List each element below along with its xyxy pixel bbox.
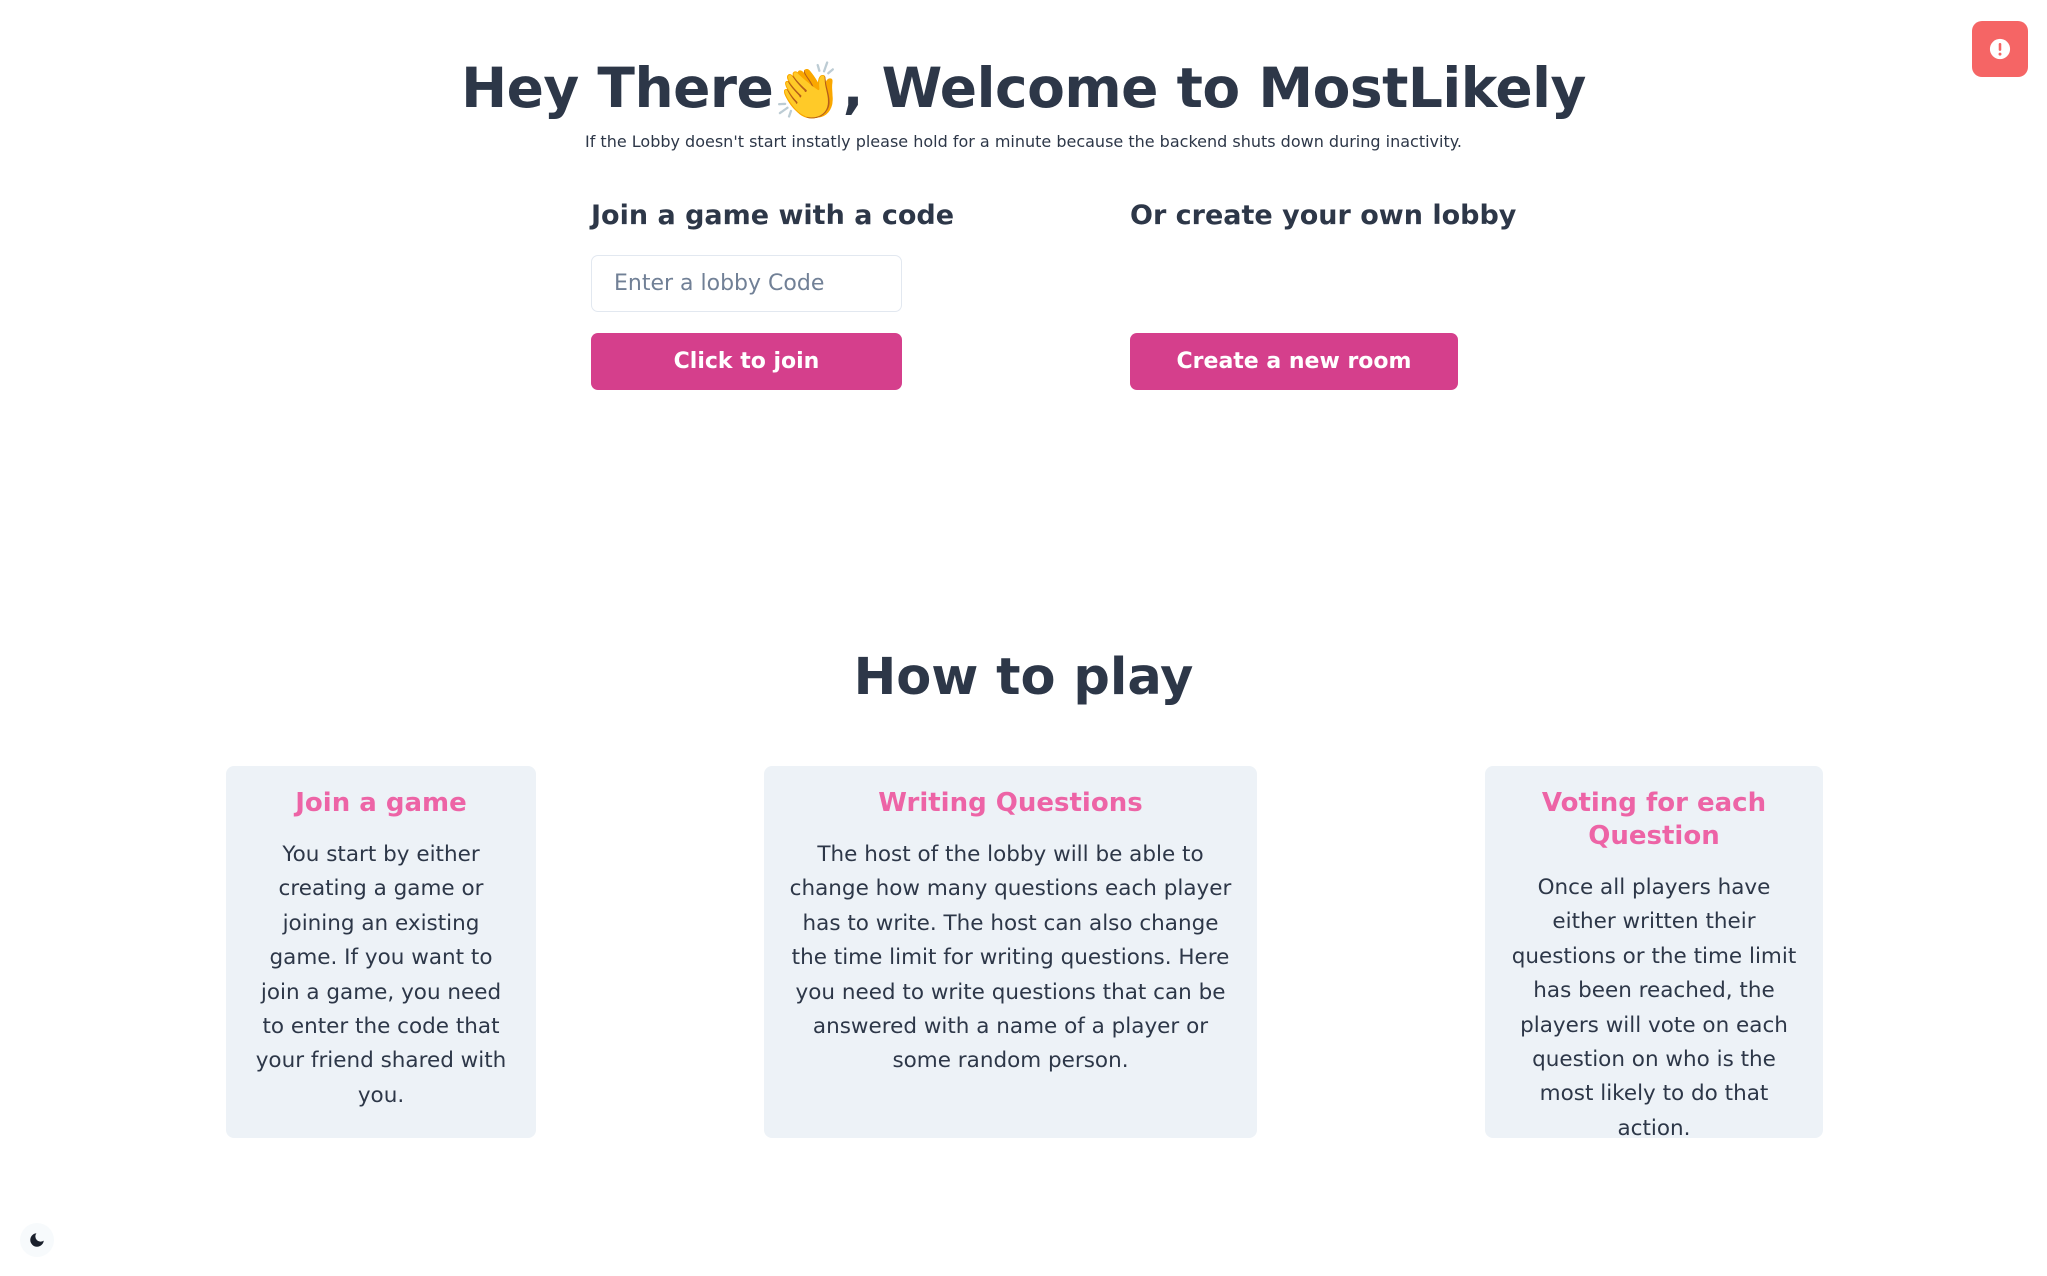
title-greeting: Hey There [461,56,774,120]
theme-toggle-button[interactable] [20,1223,54,1257]
title-welcome: , Welcome to MostLikely [842,56,1587,120]
join-heading: Join a game with a code [591,200,955,231]
how-to-play-title: How to play [853,648,1194,707]
clapping-hands-icon: 👏 [773,60,843,125]
card-join-game: Join a game You start by either creating… [226,766,536,1138]
card-title: Join a game [295,788,467,818]
card-text: Once all players have either written the… [1511,875,1797,1141]
lobby-code-input[interactable] [591,255,902,312]
card-title: Voting for each Question [1541,788,1767,851]
create-heading: Or create your own lobby [1130,200,1517,231]
page-title: Hey There👏, Welcome to MostLikely [0,50,2047,131]
create-section: Or create your own lobby Create a new ro… [1130,195,1517,390]
hero: Hey There👏, Welcome to MostLikely If the… [0,50,2047,153]
page-subtitle: If the Lobby doesn't start instatly plea… [584,132,1462,151]
card-writing-questions: Writing Questions The host of the lobby … [764,766,1257,1138]
card-text: You start by either creating a game or j… [255,842,507,1108]
card-text: The host of the lobby will be able to ch… [789,842,1232,1074]
join-button[interactable]: Click to join [591,333,902,390]
join-section: Join a game with a code Click to join [591,195,955,390]
page: Hey There👏, Welcome to MostLikely If the… [0,0,2047,1276]
card-voting: Voting for each Question Once all player… [1485,766,1823,1141]
moon-icon [30,1233,44,1247]
card-title: Writing Questions [878,788,1143,818]
create-room-button[interactable]: Create a new room [1130,333,1458,390]
